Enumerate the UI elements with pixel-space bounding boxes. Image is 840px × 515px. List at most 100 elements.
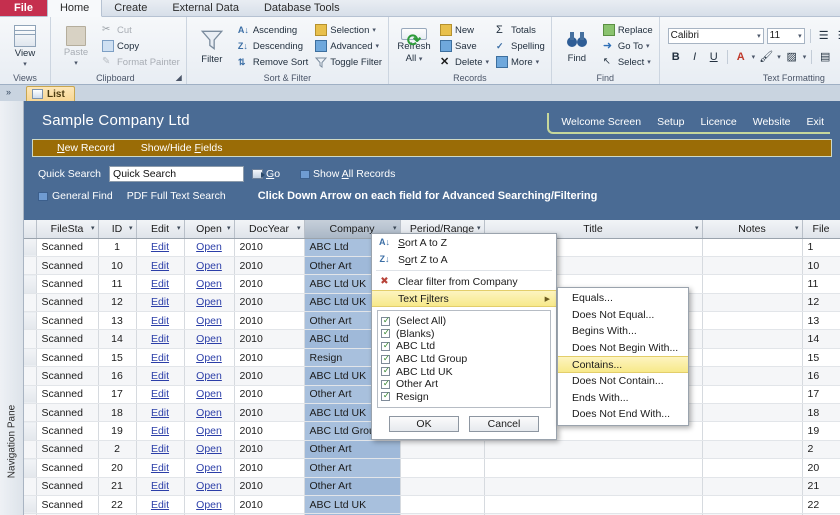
filter-value-checkbox-list[interactable]: (Select All)(Blanks)ABC LtdABC Ltd Group… [377,310,551,409]
cell-open-link[interactable]: Open [184,366,235,386]
submenu-item-contains[interactable]: Contains... [558,356,688,373]
ok-button[interactable]: OK [389,416,459,433]
table-row[interactable]: Scanned 21 Edit Open 2010 Other Art 21 [24,477,840,496]
refresh-all-button[interactable]: Refresh All ▾ [393,28,435,64]
filter-checkbox-item[interactable]: Other Art [381,378,547,391]
cell-edit-link-text[interactable]: Edit [151,480,169,492]
toggle-filter-button[interactable]: Toggle Filter [313,55,384,70]
column-header-filesta[interactable]: FileSta ▾ [36,220,99,239]
submenu-item-ends-with[interactable]: Ends With... [558,390,688,407]
checkbox-icon[interactable] [381,315,391,326]
cell-edit-link[interactable]: Edit [136,311,185,331]
go-button[interactable]: Go [252,168,280,180]
chevron-down-icon[interactable]: ▾ [297,224,301,232]
paste-button[interactable]: Paste ▾ [55,25,97,67]
remove-sort-button[interactable]: ⇅ Remove Sort [236,55,310,70]
nav-exit[interactable]: Exit [806,116,824,128]
nav-setup[interactable]: Setup [657,116,684,128]
new-record-link[interactable]: New Record [57,142,115,154]
chevron-down-icon[interactable]: ▾ [393,224,397,232]
cell-open-link[interactable]: Open [184,385,235,405]
cell-open-link[interactable]: Open [184,421,235,441]
cell-open-link-text[interactable]: Open [196,388,222,400]
filter-checkbox-item[interactable]: (Select All) [381,315,547,328]
submenu-item-does-not-equal[interactable]: Does Not Equal... [558,307,688,324]
view-button[interactable]: View ▾ [4,24,46,68]
checkbox-icon[interactable] [381,378,391,389]
font-size-select[interactable]: 11 ▾ [766,27,805,44]
cell-open-link-text[interactable]: Open [196,352,222,364]
chevron-down-icon[interactable]: ▾ [91,224,95,232]
cell-open-link-text[interactable]: Open [196,315,222,327]
underline-button[interactable]: U [706,49,722,65]
dialog-launcher-icon[interactable]: ◢ [176,73,182,82]
submenu-item-begins-with[interactable]: Begins With... [558,323,688,340]
copy-button[interactable]: Copy [100,39,182,54]
totals-button[interactable]: Σ Totals [494,23,547,38]
cell-open-link[interactable]: Open [184,477,235,496]
cell-edit-link-text[interactable]: Edit [151,462,169,474]
sort-descending-button[interactable]: Z↓ Descending [236,39,310,54]
cell-edit-link[interactable]: Edit [136,366,185,386]
cell-edit-link[interactable]: Edit [136,421,185,441]
chevron-down-icon[interactable]: ▾ [695,224,699,232]
table-row[interactable]: Scanned 2 Edit Open 2010 Other Art 2 [24,440,840,460]
filter-checkbox-item[interactable]: ABC Ltd [381,340,547,353]
cell-open-link[interactable]: Open [184,440,235,460]
column-header-docyear[interactable]: DocYear ▾ [234,220,305,239]
column-header-edit[interactable]: Edit ▾ [136,220,185,239]
cell-edit-link[interactable]: Edit [136,293,185,313]
checkbox-icon[interactable] [381,327,391,339]
cell-edit-link[interactable]: Edit [136,329,185,349]
show-all-records-button[interactable]: Show All Records [300,168,395,180]
submenu-item-does-not-end-with[interactable]: Does Not End With... [558,406,688,423]
quick-search-input[interactable]: Quick Search [109,166,245,182]
cut-button[interactable]: ✂ Cut [100,23,182,38]
cell-open-link-text[interactable]: Open [196,480,222,492]
cell-edit-link[interactable]: Edit [136,495,185,515]
delete-record-button[interactable]: ✕ Delete ▾ [438,55,491,70]
cell-edit-link-text[interactable]: Edit [151,278,169,290]
cell-edit-link-text[interactable]: Edit [151,352,169,364]
cell-edit-link[interactable]: Edit [136,458,185,478]
advanced-button[interactable]: Advanced ▾ [313,39,384,54]
nav-licence[interactable]: Licence [701,116,737,128]
document-tab-list[interactable]: List [26,86,75,101]
cell-open-link[interactable]: Open [184,293,235,313]
cell-open-link[interactable]: Open [184,311,235,331]
column-header-id[interactable]: ID ▾ [98,220,137,239]
table-row[interactable]: Scanned 22 Edit Open 2010 ABC Ltd UK 22 [24,495,840,515]
menu-item-clear-filter[interactable]: ✖ Clear filter from Company [372,273,556,290]
chevron-down-icon[interactable]: ▾ [795,224,799,232]
cell-open-link-text[interactable]: Open [196,241,222,253]
cell-open-link[interactable]: Open [184,348,235,368]
cell-open-link-text[interactable]: Open [196,370,222,382]
cell-open-link[interactable]: Open [184,256,235,276]
filter-checkbox-item[interactable]: ABC Ltd UK [381,365,547,378]
cell-edit-link-text[interactable]: Edit [151,370,169,382]
cell-open-link[interactable]: Open [184,274,235,294]
cell-edit-link[interactable]: Edit [136,403,185,423]
cell-open-link[interactable]: Open [184,495,235,515]
column-header-open[interactable]: Open ▾ [184,220,235,239]
align-center-button[interactable]: ▥ [836,49,840,65]
column-header-file[interactable]: File [802,220,840,239]
chevron-right-icon[interactable]: » [6,87,11,97]
filter-checkbox-item[interactable]: (Blanks) [381,327,547,341]
cell-open-link-text[interactable]: Open [196,499,222,511]
cell-edit-link[interactable]: Edit [136,440,185,460]
cell-edit-link-text[interactable]: Edit [151,315,169,327]
tab-home[interactable]: Home [46,0,103,17]
select-button[interactable]: ↖ Select ▾ [601,55,655,70]
highlight-color-button[interactable]: 🖌 [758,49,774,65]
new-record-button[interactable]: New [438,23,491,38]
chevron-down-icon[interactable]: ▾ [129,224,133,232]
find-button[interactable]: Find [556,28,598,64]
filter-button[interactable]: Filter [191,27,233,65]
pdf-full-text-search-button[interactable]: PDF Full Text Search [127,190,226,202]
tab-file[interactable]: File [0,0,47,16]
italic-button[interactable]: I [687,49,703,65]
tab-external-data[interactable]: External Data [160,0,252,16]
submenu-item-equals[interactable]: Equals... [558,290,688,307]
cell-open-link-text[interactable]: Open [196,443,222,455]
